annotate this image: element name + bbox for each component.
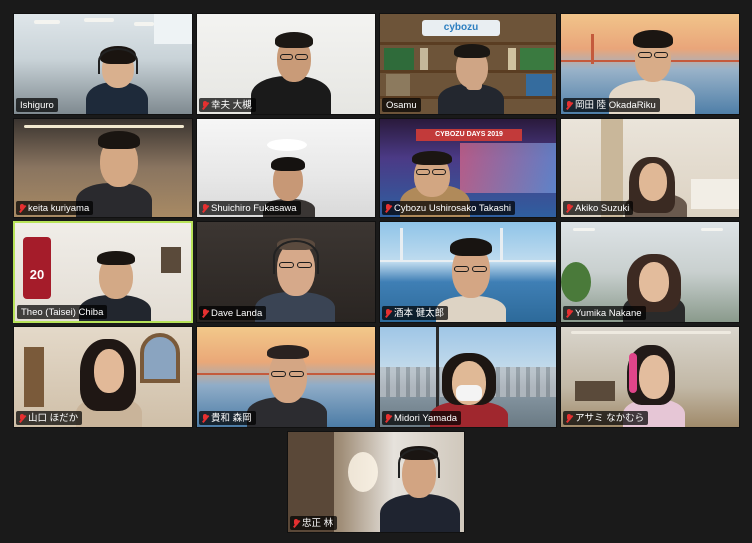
video-tile-chiba[interactable]: 20 Theo (Taisei) Chiba [13,221,193,323]
mic-muted-icon [385,203,391,213]
participant-name: Yumika Nakane [575,307,642,319]
video-tile-osamu[interactable]: cybozu Osamu [379,13,557,115]
video-tile-landa[interactable]: Dave Landa [196,221,376,323]
participant-name: 貴和 森岡 [211,412,252,424]
mic-muted-icon [202,308,208,318]
mic-muted-icon [202,203,208,213]
video-tile-ushirosako[interactable]: CYBOZU DAYS 2019 Cybozu Ushirosako Takas… [379,118,557,218]
participant-name-tag: Akiko Suzuki [563,201,634,215]
participant-name: Osamu [386,99,417,111]
participant-name: Theo (Taisei) Chiba [21,306,104,318]
participant-name-tag: Theo (Taisei) Chiba [17,305,108,319]
mic-muted-icon [566,100,572,110]
participant-name-tag: Midori Yamada [382,411,462,425]
mic-muted-icon [385,308,391,318]
participant-name-tag: Osamu [382,98,421,112]
participant-name: アサミ なかむら [575,412,645,424]
participant-name: Cybozu Ushirosako Takashi [394,202,512,214]
participant-name: Shuichiro Fukasawa [211,202,297,214]
participant-name-tag: 酒本 健太郎 [382,306,449,320]
video-tile-fukasawa[interactable]: Shuichiro Fukasawa [196,118,376,218]
mic-muted-icon [202,413,208,423]
participant-name: 岡田 陸 OkadaRiku [575,99,656,111]
video-tile-nakane[interactable]: Yumika Nakane [560,221,740,323]
participant-name: 忠正 林 [302,517,334,529]
participant-name: Dave Landa [211,307,263,319]
video-tile-yamada[interactable]: Midori Yamada [379,326,557,428]
participant-name: 山口 ほだか [28,412,79,424]
participant-name-tag: keita kuriyama [16,201,94,215]
video-tile-morioka[interactable]: 貴和 森岡 [196,326,376,428]
mic-muted-icon [202,100,208,110]
participant-name-tag: Yumika Nakane [563,306,646,320]
participant-name: keita kuriyama [28,202,90,214]
mic-muted-icon [566,308,572,318]
mic-muted-icon [19,413,25,423]
participant-name-tag: 幸夫 大槻 [199,98,256,112]
participant-name-tag: 山口 ほだか [16,411,83,425]
participant-name-tag: Cybozu Ushirosako Takashi [382,201,516,215]
participant-name: Midori Yamada [394,412,458,424]
video-tile-kuriyama[interactable]: keita kuriyama [13,118,193,218]
gallery-view: Ishiguro 幸夫 大槻 cybozu Osamu 岡田 陸 OkadaRi… [0,0,752,543]
mic-muted-icon [19,203,25,213]
participant-name-tag: Shuichiro Fukasawa [199,201,301,215]
participant-name-tag: Ishiguro [16,98,58,112]
mic-muted-icon [293,518,299,528]
video-tile-nakamura[interactable]: アサミ なかむら [560,326,740,428]
participant-name-tag: Dave Landa [199,306,267,320]
participant-name-tag: 忠正 林 [290,516,338,530]
video-tile-hayashi[interactable]: 忠正 林 [287,431,465,533]
video-tile-okada[interactable]: 岡田 陸 OkadaRiku [560,13,740,115]
participant-name-tag: アサミ なかむら [563,411,649,425]
participant-name-tag: 岡田 陸 OkadaRiku [563,98,660,112]
mic-muted-icon [566,413,572,423]
video-tile-suzuki[interactable]: Akiko Suzuki [560,118,740,218]
participant-name: 酒本 健太郎 [394,307,445,319]
video-tile-yamaguchi[interactable]: 山口 ほだか [13,326,193,428]
participant-name-tag: 貴和 森岡 [199,411,256,425]
participant-name: Ishiguro [20,99,54,111]
video-tile-otsuki[interactable]: 幸夫 大槻 [196,13,376,115]
mic-muted-icon [566,203,572,213]
mic-muted-icon [385,413,391,423]
video-tile-sakamoto[interactable]: 酒本 健太郎 [379,221,557,323]
video-tile-ishiguro[interactable]: Ishiguro [13,13,193,115]
participant-name: Akiko Suzuki [575,202,630,214]
participant-name: 幸夫 大槻 [211,99,252,111]
